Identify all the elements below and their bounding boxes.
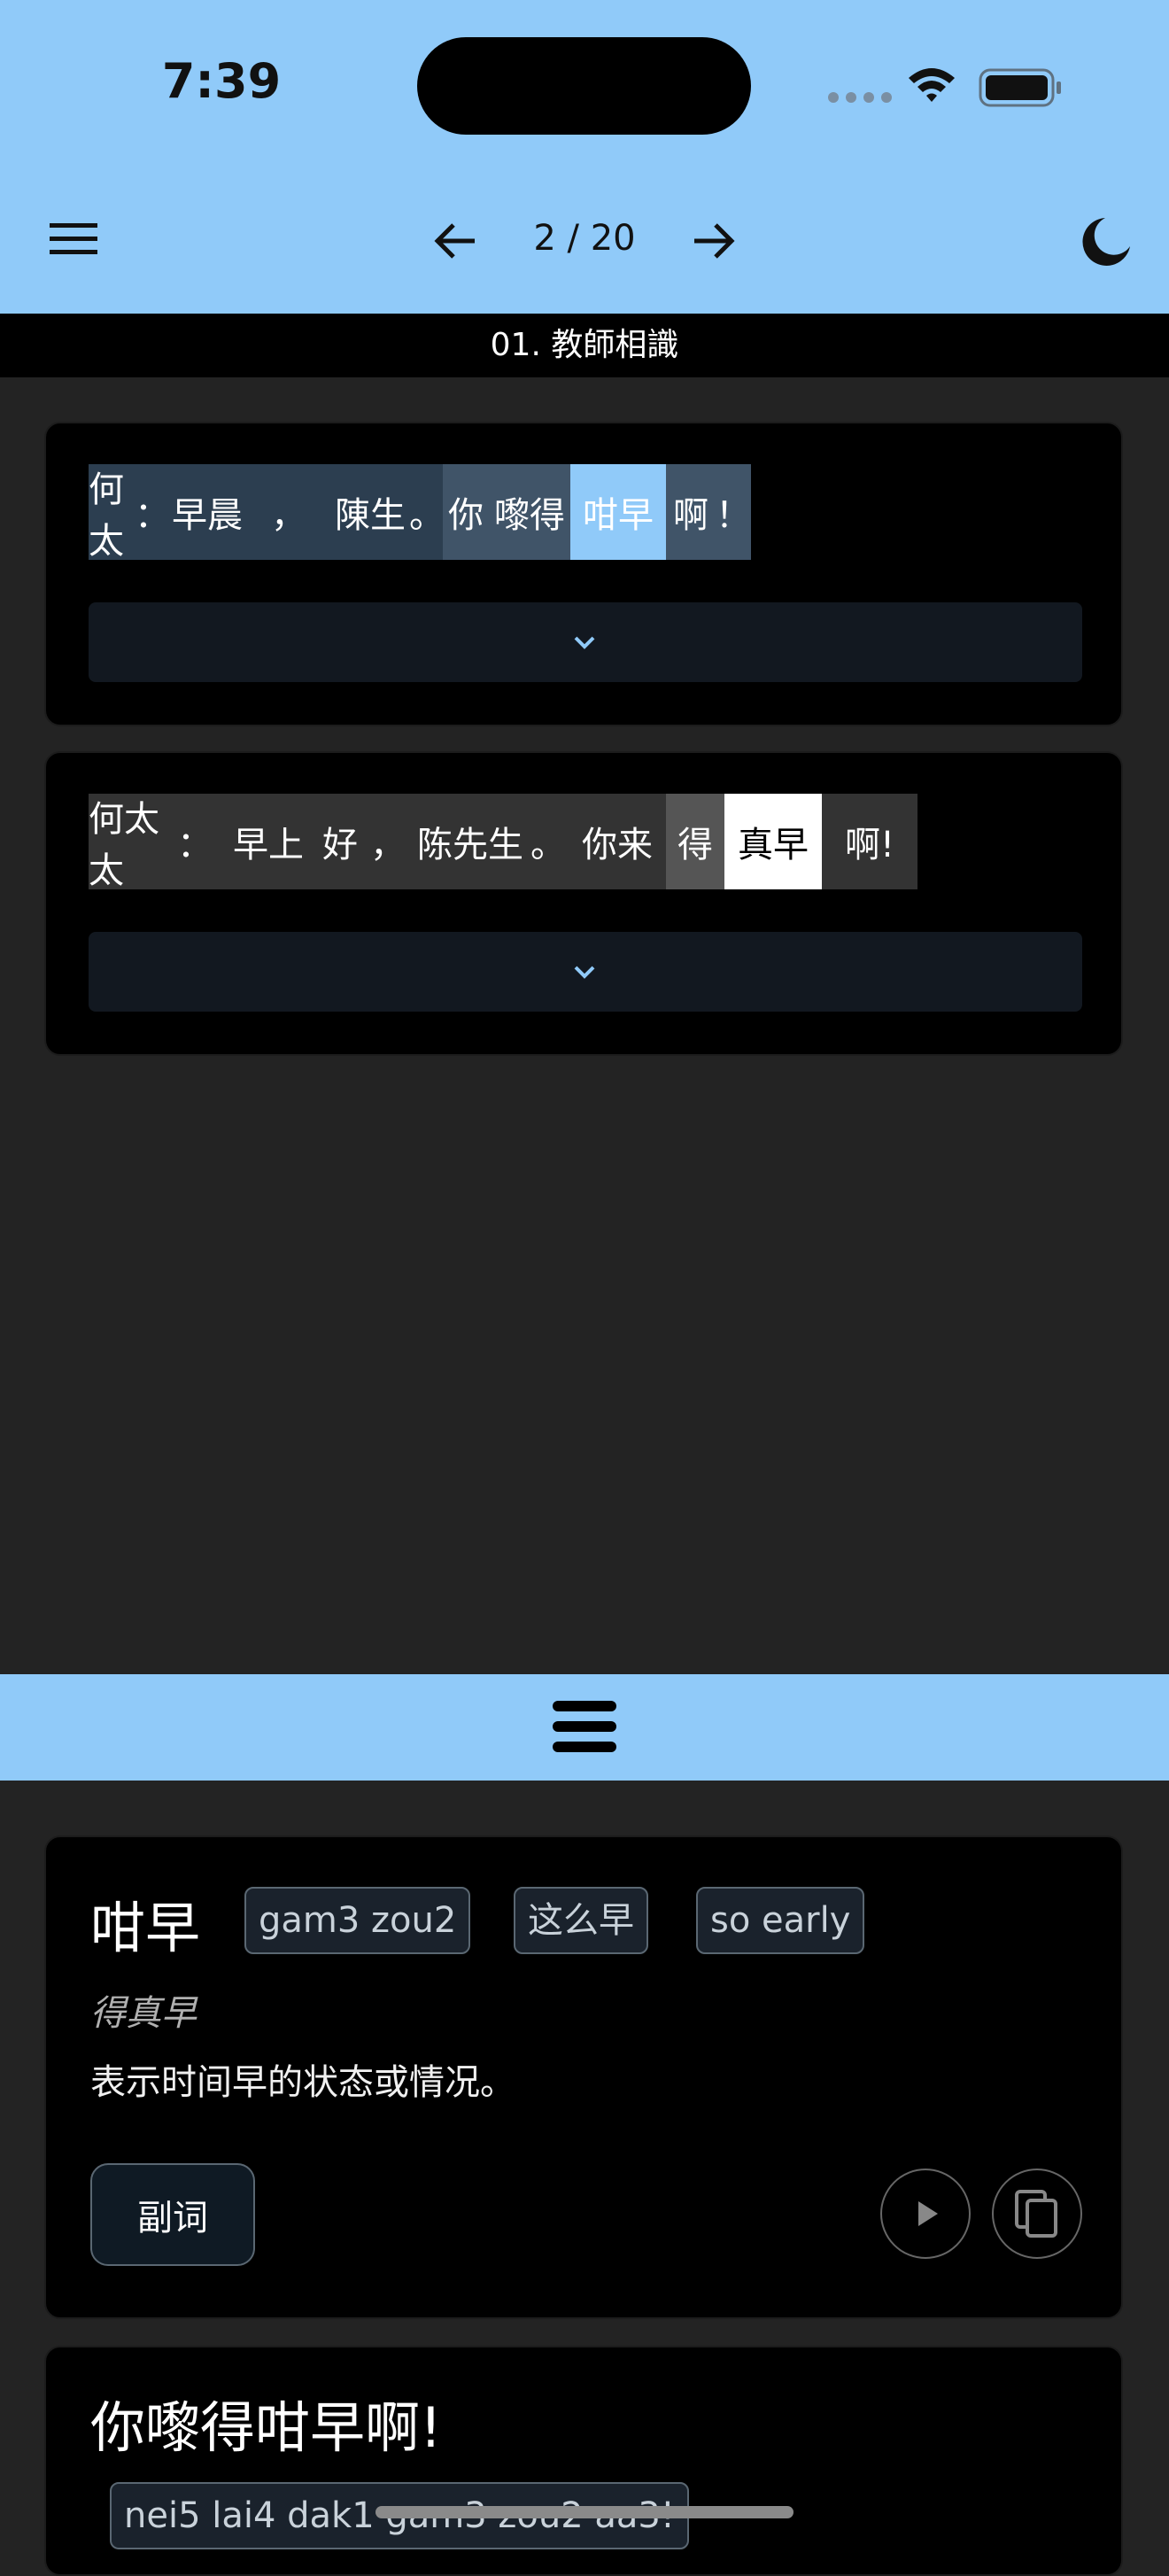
sentence-card: 何太 ： 早晨 ， 陳生 。 你 嚟得 咁早 啊 ！ [44,422,1123,726]
english-chip: so early [696,1887,865,1954]
token[interactable]: ： [135,464,170,560]
jyutping-chip: gam3 zou2 [244,1887,471,1954]
dynamic-island [417,37,751,135]
battery-icon [979,68,1061,107]
token[interactable]: ： [170,794,220,889]
token[interactable]: 你来 [569,794,666,889]
token-selected[interactable]: 咁早 [570,464,666,560]
token[interactable]: 你 [443,464,489,560]
lesson-title: 01. 教師相識 [0,314,1169,377]
token[interactable]: 啊! [822,794,917,889]
headword: 咁早 [90,1896,201,1960]
expand-button[interactable] [89,602,1082,682]
arrow-right-icon[interactable] [687,214,740,268]
drag-handle-icon [553,1701,616,1752]
word-detail-card: 咁早 gam3 zou2 这么早 so early 得真早 表示时间早的状态或情… [44,1835,1123,2319]
token[interactable]: 何太太 [89,794,170,891]
page-counter: 2 / 20 [533,218,636,259]
token[interactable]: 啊 [666,464,716,560]
token[interactable]: 得 [666,794,724,889]
token[interactable]: 陈先生 [413,794,528,889]
copy-icon [1015,2190,1057,2238]
token[interactable]: 陳生 [329,464,411,560]
token[interactable]: 。 [528,794,569,889]
status-bar: 7:39 [0,0,1169,177]
token[interactable]: 早上 [220,794,317,889]
arrow-left-icon[interactable] [429,214,482,268]
token[interactable]: 嚟得 [489,464,570,560]
token[interactable]: ， [248,464,329,560]
token-selected[interactable]: 真早 [724,794,822,889]
menu-icon[interactable] [48,220,101,259]
token-row: 何太 ： 早晨 ， 陳生 。 你 嚟得 咁早 啊 ！ [89,464,751,562]
chevron-down-icon [574,966,595,979]
token-row: 何太太 ： 早上 好 ， 陈先生 。 你来 得 真早 啊! [89,794,917,891]
expand-button[interactable] [89,932,1082,1012]
drawer-handle[interactable] [0,1674,1169,1781]
moon-icon[interactable] [1079,214,1134,269]
wifi-icon [909,68,955,102]
app-bar: 2 / 20 [0,177,1169,314]
token[interactable]: 好 [317,794,363,889]
example-sentence: 你嚟得咁早啊! [90,2395,442,2460]
copy-button[interactable] [992,2169,1082,2259]
token[interactable]: 早晨 [166,464,248,560]
token[interactable]: ， [363,794,413,889]
definition: 表示时间早的状态或情况。 [90,2062,515,2103]
sentence-card: 何太太 ： 早上 好 ， 陈先生 。 你来 得 真早 啊! [44,751,1123,1056]
play-icon [918,2201,938,2226]
mandarin-equivalent: 得真早 [90,1993,197,2034]
token[interactable]: 。 [409,464,445,560]
token[interactable]: ！ [716,464,751,560]
chevron-down-icon [574,636,595,649]
cellular-signal-icon [828,92,892,103]
play-button[interactable] [880,2169,971,2259]
token[interactable]: 何太 [89,464,138,562]
status-time: 7:39 [161,53,282,109]
part-of-speech-button[interactable]: 副词 [90,2163,255,2266]
example-card: 你嚟得咁早啊! nei5 lai4 dak1 gam3 zou2 aa3! [44,2346,1123,2576]
mandarin-chip: 这么早 [514,1887,648,1954]
home-indicator[interactable] [375,2506,794,2518]
